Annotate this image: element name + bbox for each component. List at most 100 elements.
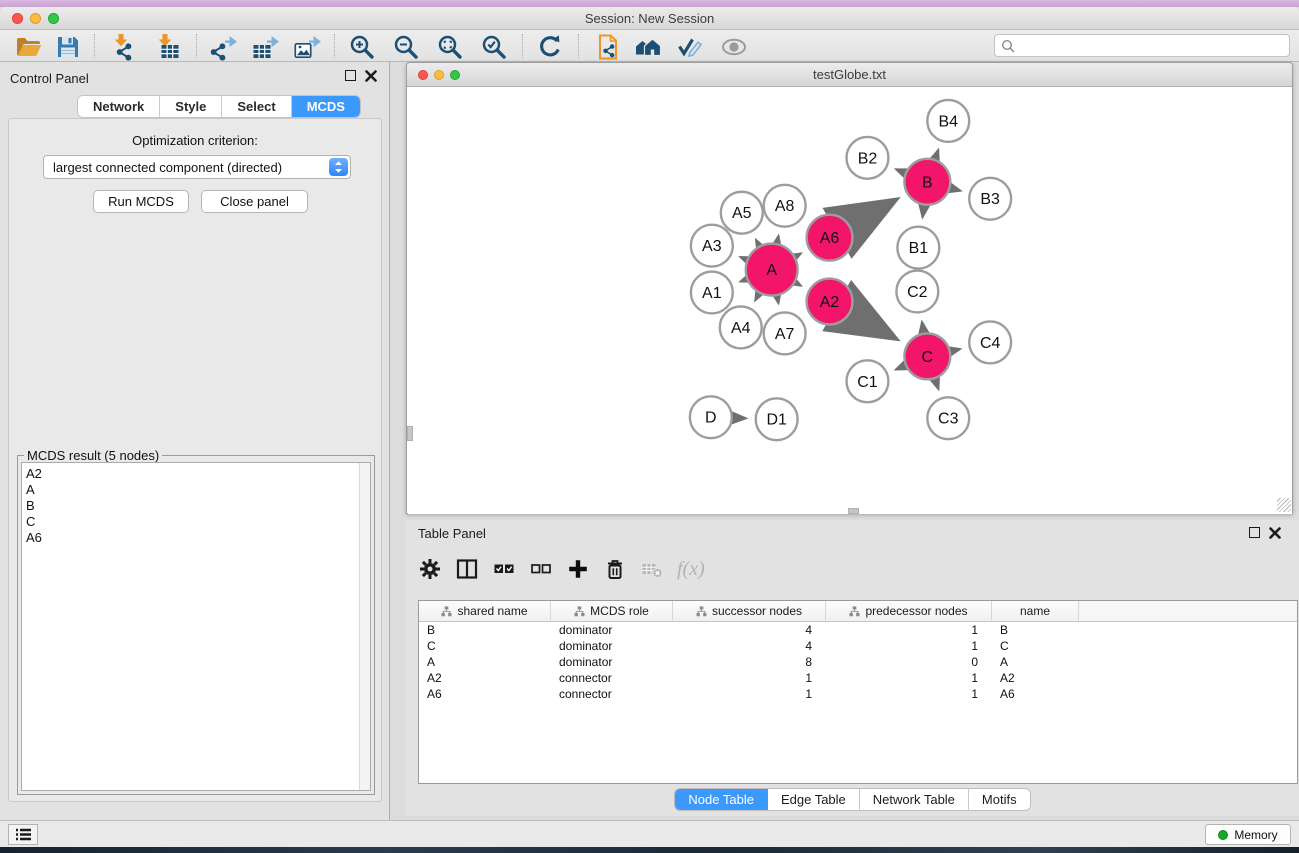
graph-node-A[interactable]: A xyxy=(746,244,798,296)
export-table-icon[interactable] xyxy=(252,33,280,61)
graph-node-C1[interactable]: C1 xyxy=(847,360,889,402)
home-icon[interactable] xyxy=(634,33,662,61)
column-header-name[interactable]: name xyxy=(992,601,1079,621)
graph-edge-A-A5[interactable] xyxy=(756,240,759,246)
graph-edge-B-B1[interactable] xyxy=(923,206,925,217)
table-row[interactable]: Cdominator41C xyxy=(419,638,1297,654)
graph-edge-A-A3[interactable] xyxy=(741,257,747,259)
graph-node-A8[interactable]: A8 xyxy=(764,185,806,227)
validate-icon[interactable] xyxy=(676,33,704,61)
graph-node-A1[interactable]: A1 xyxy=(691,272,733,314)
export-image-icon[interactable] xyxy=(294,33,322,61)
graph-edge-B-B2[interactable] xyxy=(896,169,905,173)
open-session-network-icon[interactable] xyxy=(594,33,622,61)
graph-node-C4[interactable]: C4 xyxy=(969,321,1011,363)
graph-edge-B-B3[interactable] xyxy=(950,188,960,191)
graph-node-D1[interactable]: D1 xyxy=(756,398,798,440)
table-float-panel-icon[interactable] xyxy=(1249,527,1260,538)
graph-node-A2[interactable]: A2 xyxy=(807,279,853,325)
refresh-icon[interactable] xyxy=(536,33,564,61)
graph-node-A5[interactable]: A5 xyxy=(721,192,763,234)
save-session-icon[interactable] xyxy=(54,33,82,61)
column-header-MCDS-role[interactable]: MCDS role xyxy=(551,601,673,621)
graph-edge-A-A4[interactable] xyxy=(755,293,759,300)
graph-node-A4[interactable]: A4 xyxy=(720,306,762,348)
delete-row-icon[interactable] xyxy=(603,557,627,581)
graph-node-A6[interactable]: A6 xyxy=(807,215,853,261)
delete-table-icon[interactable] xyxy=(640,557,664,581)
add-row-icon[interactable] xyxy=(566,557,590,581)
graph-edge-C-C4[interactable] xyxy=(951,349,960,351)
import-table-icon[interactable] xyxy=(152,33,180,61)
column-header-shared-name[interactable]: shared name xyxy=(419,601,551,621)
table-close-panel-icon[interactable] xyxy=(1269,527,1281,539)
tab-mcds[interactable]: MCDS xyxy=(292,96,360,117)
horizontal-scrollbar-thumb[interactable] xyxy=(848,508,859,514)
gear-icon[interactable] xyxy=(418,557,442,581)
vertical-scrollbar-thumb[interactable] xyxy=(407,426,413,441)
result-list-item[interactable]: A6 xyxy=(22,530,370,546)
zoom-selected-icon[interactable] xyxy=(480,33,508,61)
result-list-item[interactable]: B xyxy=(22,498,370,514)
graph-edge-A-A8[interactable] xyxy=(777,236,778,243)
graph-edge-A6-B[interactable] xyxy=(850,201,894,226)
memory-button[interactable]: Memory xyxy=(1205,824,1291,845)
graph-edge-A2-C[interactable] xyxy=(850,313,894,338)
graph-node-C2[interactable]: C2 xyxy=(896,271,938,313)
result-list-item[interactable]: A xyxy=(22,482,370,498)
close-panel-icon[interactable] xyxy=(365,70,377,82)
graph-node-B[interactable]: B xyxy=(904,159,950,205)
graph-edge-C-C3[interactable] xyxy=(935,379,938,389)
open-file-icon[interactable] xyxy=(14,33,42,61)
table-row[interactable]: A2connector11A2 xyxy=(419,670,1297,686)
graph-edge-A-A1[interactable] xyxy=(741,279,747,281)
task-history-button[interactable] xyxy=(8,824,38,845)
tab-motifs[interactable]: Motifs xyxy=(969,789,1030,810)
graph-edge-B-B4[interactable] xyxy=(935,150,938,159)
import-network-icon[interactable] xyxy=(108,33,136,61)
select-all-icon[interactable] xyxy=(492,557,516,581)
export-network-icon[interactable] xyxy=(210,33,238,61)
tab-network-table[interactable]: Network Table xyxy=(860,789,969,810)
graph-node-A7[interactable]: A7 xyxy=(764,312,806,354)
table-row[interactable]: A6connector11A6 xyxy=(419,686,1297,702)
tab-select[interactable]: Select xyxy=(222,96,291,117)
table-row[interactable]: Bdominator41B xyxy=(419,622,1297,638)
search-box[interactable] xyxy=(994,34,1290,57)
tab-style[interactable]: Style xyxy=(160,96,222,117)
zoom-in-icon[interactable] xyxy=(348,33,376,61)
tab-network[interactable]: Network xyxy=(78,96,160,117)
graph-node-B2[interactable]: B2 xyxy=(847,137,889,179)
result-list-item[interactable]: C xyxy=(22,514,370,530)
graph-edge-C-C2[interactable] xyxy=(922,322,924,333)
graph-edge-A-A2[interactable] xyxy=(795,283,800,286)
graph-edge-A-A7[interactable] xyxy=(777,296,778,303)
function-builder-icon[interactable]: f(x) xyxy=(677,558,705,581)
show-hide-icon[interactable] xyxy=(720,33,748,61)
tab-edge-table[interactable]: Edge Table xyxy=(768,789,860,810)
graph-node-D[interactable]: D xyxy=(690,396,732,438)
tab-node-table[interactable]: Node Table xyxy=(675,789,768,810)
zoom-out-icon[interactable] xyxy=(392,33,420,61)
column-header-successor-nodes[interactable]: successor nodes xyxy=(673,601,826,621)
result-list-item[interactable]: A2 xyxy=(22,466,370,482)
column-header-predecessor-nodes[interactable]: predecessor nodes xyxy=(826,601,992,621)
graph-node-C3[interactable]: C3 xyxy=(927,397,969,439)
deselect-all-icon[interactable] xyxy=(529,557,553,581)
run-mcds-button[interactable]: Run MCDS xyxy=(93,190,189,213)
network-canvas[interactable]: B4 B2 B B3 A5A8A6 A3 B1 A A1 C2 A2 A4A7 C4 C C1 C3 D D1 xyxy=(408,88,1292,514)
graph-node-B3[interactable]: B3 xyxy=(969,178,1011,220)
graph-node-A3[interactable]: A3 xyxy=(691,225,733,267)
graph-node-B4[interactable]: B4 xyxy=(927,100,969,142)
graph-edge-C-C1[interactable] xyxy=(896,366,905,370)
criterion-dropdown[interactable]: largest connected component (directed) xyxy=(43,155,351,179)
float-panel-icon[interactable] xyxy=(345,70,356,81)
mcds-result-list[interactable]: A2ABCA6 xyxy=(21,462,371,791)
table-row[interactable]: Adominator80A xyxy=(419,654,1297,670)
zoom-fit-icon[interactable] xyxy=(436,33,464,61)
result-list-scrollbar[interactable] xyxy=(359,463,370,790)
resize-grip[interactable] xyxy=(1277,498,1291,512)
graph-node-C[interactable]: C xyxy=(904,333,950,379)
search-input[interactable] xyxy=(1019,36,1284,55)
graph-node-B1[interactable]: B1 xyxy=(897,227,939,269)
